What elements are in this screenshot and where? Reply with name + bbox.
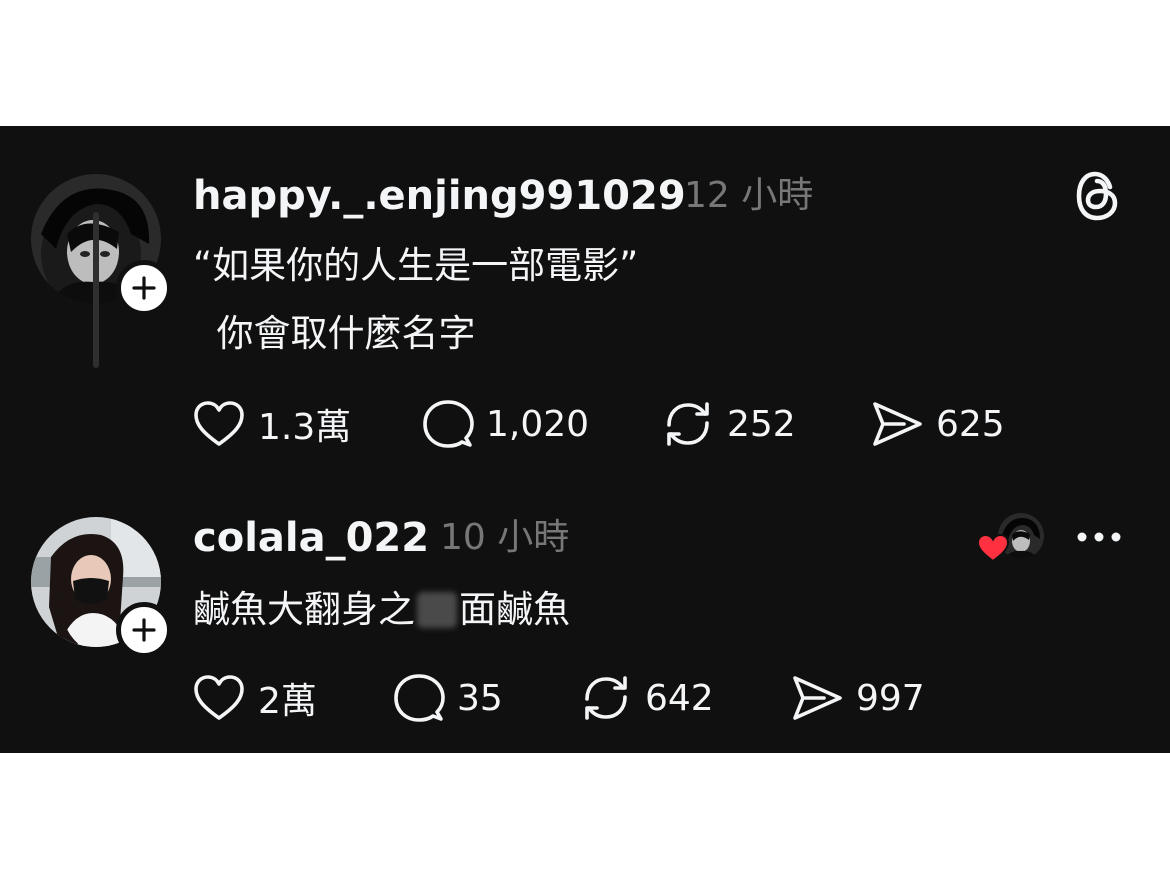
heart-icon [194,675,244,720]
comment-icon [394,674,445,722]
like-button[interactable]: 1.3萬 [192,396,351,452]
post-time: 10 小時 [440,517,570,558]
share-button[interactable]: 625 [870,396,1005,452]
post-time: 12 小時 [684,175,814,216]
send-icon [873,402,922,446]
post-username[interactable]: colala_022 [193,514,429,562]
post-text-line: 鹹魚大翻身之 面鹹魚 [193,578,570,642]
reply-button[interactable]: 1,020 [422,396,589,452]
repost-icon [585,676,627,720]
send-icon [793,676,842,720]
plus-icon [132,618,156,642]
share-count: 997 [856,677,925,719]
post-username[interactable]: happy._.enjing991029 [193,172,686,220]
post-text-end: 面鹹魚 [459,588,570,631]
reply-button[interactable]: 35 [393,670,503,726]
threads-logo-icon[interactable] [1072,168,1124,224]
follow-button[interactable] [116,260,172,316]
reply-count: 35 [457,677,503,719]
repost-count: 642 [645,677,714,719]
share-button[interactable]: 997 [790,670,925,726]
post-text-line: 你會取什麼名字 [193,312,476,355]
share-count: 625 [936,403,1005,445]
thread-connector-line [93,212,99,368]
heart-icon [194,401,244,446]
repost-icon [667,402,709,446]
follow-button[interactable] [116,602,172,658]
author-liked-indicator [976,512,1048,564]
reply-count: 1,020 [486,403,590,445]
post-text-start: 鹹魚大翻身之 [193,588,415,631]
repost-button[interactable]: 642 [579,670,714,726]
heart-icon [976,533,1010,563]
plus-icon [132,276,156,300]
like-button[interactable]: 2萬 [192,670,317,726]
like-count: 1.3萬 [258,407,352,448]
censored-text [417,592,457,628]
post-text-line: “如果你的人生是一部電影” [193,244,639,287]
repost-count: 252 [727,403,796,445]
comment-icon [423,400,474,448]
more-icon[interactable] [1070,520,1128,554]
repost-button[interactable]: 252 [661,396,796,452]
like-count: 2萬 [258,681,317,722]
